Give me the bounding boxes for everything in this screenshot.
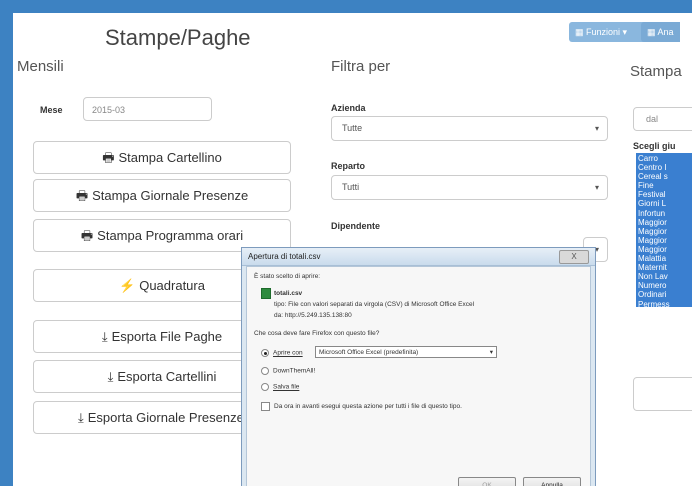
listbox-item[interactable]: Cereal s (638, 172, 692, 181)
funzioni-button[interactable]: ▦ Funzioni ▾ (569, 22, 650, 42)
chevron-down-icon: ▾ (594, 183, 599, 192)
listbox-item[interactable]: Malattia (638, 254, 692, 263)
filtra-heading: Filtra per (331, 58, 391, 75)
stampa-cartellino-button[interactable]: 🖶 Stampa Cartellino (33, 141, 291, 174)
cancel-button[interactable]: Annulla (523, 477, 581, 486)
dialog-intro: È stato scelto di aprire: (254, 273, 321, 280)
stampa-giornale-presenze-button[interactable]: 🖶 Stampa Giornale Presenze (33, 179, 291, 212)
download-icon: ⤓ (101, 329, 108, 344)
grid-icon: ▦ (575, 27, 587, 37)
dialog-question: Che cosa deve fare Firefox con questo fi… (254, 330, 380, 337)
dipendente-label: Dipendente (331, 221, 381, 231)
listbox-item[interactable]: Non Lav (638, 272, 692, 281)
open-with-app-select[interactable]: Microsoft Office Excel (predefinita) ▾ (315, 346, 497, 358)
chevron-down-icon: ▾ (489, 349, 493, 356)
file-source: da: http://5.249.135.138:80 (274, 312, 352, 319)
right-action-button[interactable] (633, 377, 692, 411)
print-icon: 🖶 (102, 150, 115, 165)
radio-downthemall[interactable] (261, 367, 269, 375)
app-page: ▦ Funzioni ▾ ▦ Ana Stampe/Paghe Mensili … (13, 13, 692, 486)
ana-button[interactable]: ▦ Ana (641, 22, 680, 42)
listbox-item[interactable]: Maggior (638, 218, 692, 227)
listbox-item[interactable]: Maggior (638, 227, 692, 236)
listbox-item[interactable]: Festival (638, 190, 692, 199)
listbox-item[interactable]: Fine (638, 181, 692, 190)
radio-open-with[interactable] (261, 349, 269, 357)
download-icon: ⤓ (78, 410, 84, 425)
grid-icon: ▦ (647, 27, 658, 37)
downthemall-option[interactable]: DownThemAll! (261, 367, 315, 375)
dialog-body: È stato scelto di aprire: totali.csv tip… (246, 266, 591, 486)
dal-input[interactable]: dal (633, 107, 692, 131)
listbox-item[interactable]: Ordinari (638, 290, 692, 299)
listbox-item[interactable]: Maggior (638, 236, 692, 245)
listbox-item[interactable]: Centro I (638, 163, 692, 172)
scegli-label: Scegli giu (633, 141, 676, 151)
giustificativi-listbox[interactable]: Carro Centro I Cereal s Fine Festival Giorni … (636, 153, 692, 307)
mese-label: Mese (40, 105, 63, 115)
save-file-option[interactable]: Salva file (261, 383, 299, 391)
file-row: totali.csv (261, 288, 302, 299)
azienda-label: Azienda (331, 103, 366, 113)
ok-button[interactable]: OK (458, 477, 516, 486)
chevron-down-icon: ▾ (594, 124, 599, 133)
listbox-item[interactable]: Giorni L (638, 199, 692, 208)
dialog-titlebar: Apertura di totali.csv X (242, 248, 595, 266)
mese-input[interactable]: 2015-03 (83, 97, 212, 121)
listbox-item[interactable]: Infortun (638, 209, 692, 218)
close-button[interactable]: X (559, 250, 589, 264)
listbox-item[interactable]: Permess (638, 300, 692, 308)
print-icon: 🖶 (75, 188, 89, 203)
listbox-item[interactable]: Carro (638, 154, 692, 163)
download-dialog: Apertura di totali.csv X È stato scelto … (241, 247, 596, 486)
azienda-select[interactable]: Tutte ▾ (331, 116, 608, 141)
remember-checkbox[interactable] (261, 402, 270, 411)
mensili-heading: Mensili (17, 58, 64, 75)
page-title: Stampe/Paghe (105, 25, 251, 50)
radio-save-file[interactable] (261, 383, 269, 391)
reparto-select[interactable]: Tutti ▾ (331, 175, 608, 200)
bolt-icon: ⚡ (119, 278, 136, 293)
file-type: tipo: File con valori separati da virgol… (274, 301, 475, 308)
listbox-item[interactable]: Maternit (638, 263, 692, 272)
reparto-label: Reparto (331, 161, 366, 171)
download-icon: ⤓ (107, 369, 114, 384)
listbox-item[interactable]: Numero (638, 281, 692, 290)
print-icon: 🖶 (80, 228, 94, 243)
csv-file-icon (261, 288, 271, 299)
stampa-heading: Stampa (630, 63, 682, 80)
remember-checkbox-row[interactable]: Da ora in avanti esegui questa azione pe… (261, 402, 462, 411)
listbox-item[interactable]: Maggior (638, 245, 692, 254)
open-with-option[interactable]: Aprire con (261, 349, 303, 357)
